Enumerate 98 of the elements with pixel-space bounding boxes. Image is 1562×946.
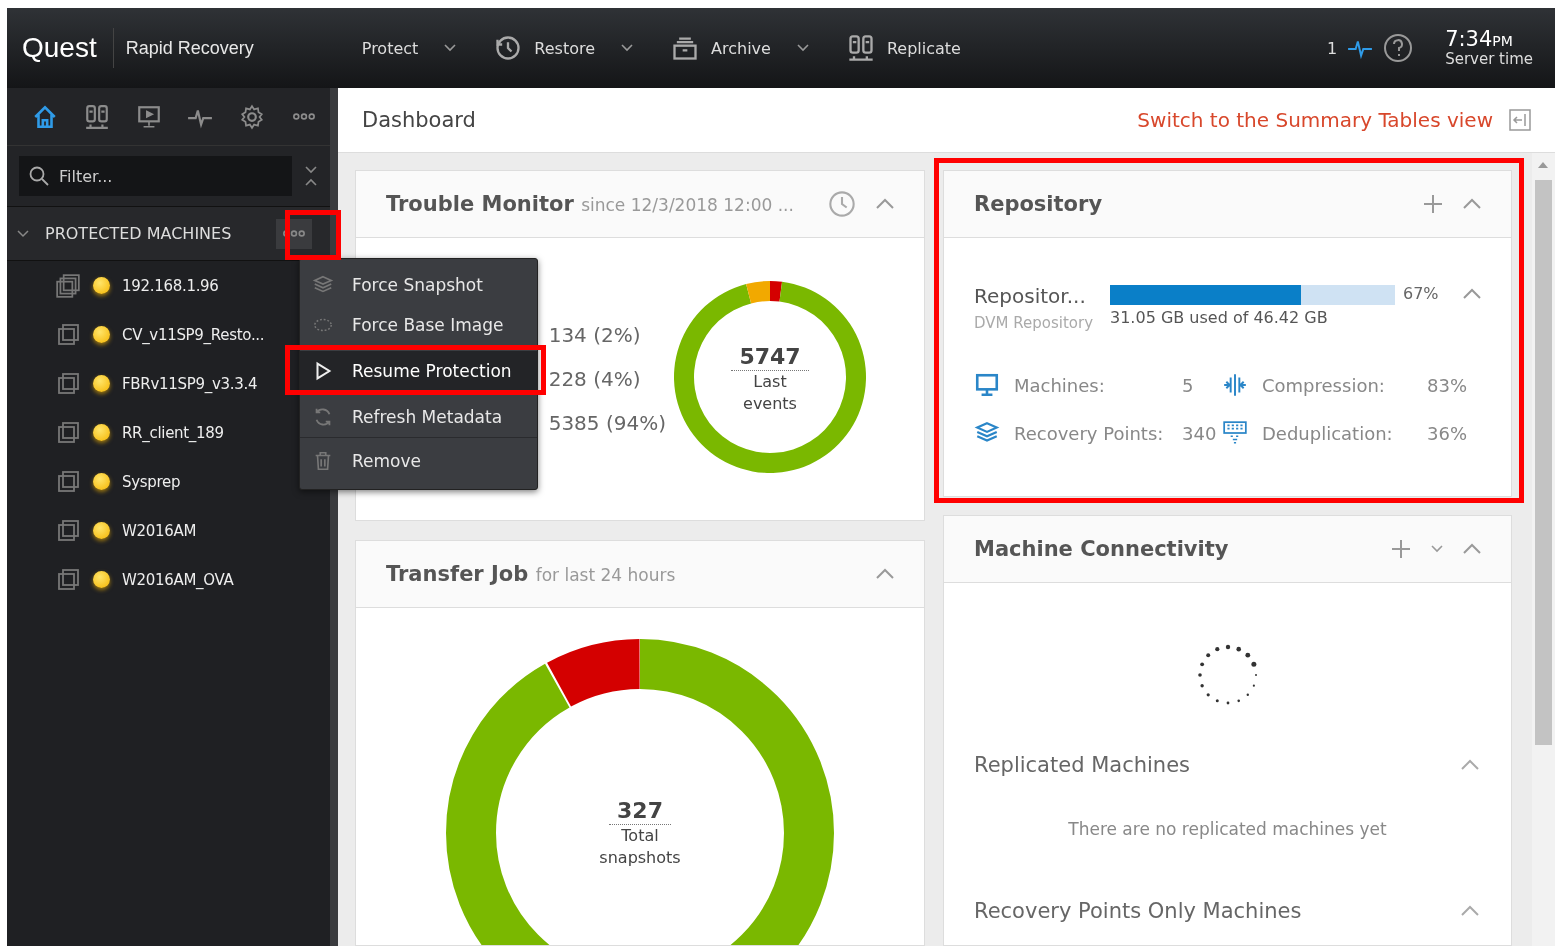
help-icon[interactable]	[1383, 33, 1414, 63]
stat-label: Machines:	[1014, 374, 1106, 396]
collapse-icon[interactable]	[876, 198, 894, 210]
stacked-squares-icon	[55, 272, 81, 299]
section-title: Replicated Machines	[974, 753, 1191, 777]
center-label: Last events	[742, 370, 798, 415]
usage-percent: 67%	[1403, 284, 1439, 303]
status-dot	[93, 277, 110, 294]
center-value: 327	[609, 797, 671, 825]
server-time-label: Server time	[1445, 51, 1533, 68]
machine-name[interactable]: 192.168.1.96	[122, 276, 219, 295]
nav-menu[interactable]: Protect	[361, 34, 457, 62]
menu-item[interactable]: Refresh Metadata	[300, 397, 537, 437]
legend-value: 228 (4%)	[548, 367, 642, 391]
summary-tables-link[interactable]: Switch to the Summary Tables view	[1137, 108, 1493, 132]
nav-menu[interactable]: Archive	[671, 34, 809, 62]
center-label: Total snapshots	[598, 824, 682, 869]
nav-menu[interactable]: Restore	[494, 34, 634, 62]
grid-icon	[1222, 420, 1248, 446]
servers-icon	[846, 34, 875, 62]
nav-menu[interactable]: Replicate	[846, 34, 961, 62]
usage-text: 31.05 GB used of 46.42 GB	[1110, 308, 1329, 327]
legend-value: 134 (2%)	[548, 323, 642, 347]
section-title: PROTECTED MACHINES	[45, 224, 233, 243]
stat-value: 83%	[1427, 374, 1468, 396]
collapse-icon[interactable]	[1463, 198, 1481, 210]
compression-icon	[1222, 372, 1248, 398]
switch-view-icon[interactable]	[1509, 109, 1531, 131]
status-dot	[93, 571, 110, 588]
collapse-icon[interactable]	[876, 568, 894, 580]
machine-icon	[57, 322, 81, 347]
monitor-icon	[135, 103, 162, 130]
expand-icon[interactable]	[1431, 545, 1443, 553]
more-icon[interactable]	[293, 113, 316, 120]
machine-name[interactable]: FBRv11SP9_v3.3.4	[122, 374, 258, 393]
machine-icon	[57, 420, 81, 445]
settings-icon	[239, 103, 266, 130]
machine-name[interactable]: Sysprep	[122, 472, 181, 491]
scroll-up-icon[interactable]	[1537, 161, 1549, 169]
collapse-icon[interactable]	[1463, 288, 1481, 300]
status-dot	[93, 424, 110, 441]
servers-icon	[83, 103, 110, 130]
machine-icon	[57, 371, 81, 396]
menu-item[interactable]: Resume Protection	[300, 351, 537, 391]
machine-name[interactable]: W2016AM	[122, 521, 197, 540]
stat-value: 5	[1182, 374, 1195, 396]
card-title: Trouble Monitor since 12/3/2018 12:00 ...	[386, 192, 795, 216]
repository-type: DVM Repository	[974, 314, 1095, 332]
expand-chevron-icon[interactable]	[17, 227, 29, 240]
machine-icon	[57, 567, 81, 592]
status-dot	[93, 375, 110, 392]
status-dot	[93, 522, 110, 539]
caret-icon[interactable]	[621, 44, 634, 52]
add-icon[interactable]	[1423, 194, 1443, 214]
machine-name[interactable]: W2016AM_OVA	[122, 570, 234, 589]
menu-item[interactable]: Force Snapshot	[300, 265, 537, 305]
stat-label: Compression:	[1262, 374, 1386, 396]
event-count: 1	[1326, 38, 1338, 58]
status-dot	[93, 473, 110, 490]
stat-value: 340	[1182, 422, 1218, 444]
collapse-icon[interactable]	[1461, 759, 1479, 771]
loading-spinner-icon	[1195, 643, 1260, 707]
search-icon	[29, 166, 49, 186]
card-title: Transfer Job for last 24 hours	[386, 562, 677, 586]
page-title: Dashboard	[362, 108, 477, 132]
filter-field[interactable]: Filter...	[19, 156, 292, 196]
caret-icon[interactable]	[444, 44, 457, 52]
section-title: Recovery Points Only Machines	[974, 899, 1303, 923]
legend-value: 5385 (94%)	[548, 411, 666, 435]
monitor-icon	[974, 372, 1000, 398]
card-title: Repository	[974, 192, 1104, 216]
stat-value: 36%	[1427, 422, 1468, 444]
machine-icon	[57, 469, 81, 494]
server-time: 7:34PM	[1445, 28, 1514, 52]
add-icon[interactable]	[1391, 539, 1411, 559]
machine-name[interactable]: CV_v11SP9_Resto...	[122, 325, 265, 344]
empty-message: There are no replicated machines yet	[1067, 819, 1388, 839]
machine-icon	[57, 518, 81, 543]
repository-name: Repositor...	[974, 284, 1087, 308]
collapse-icon[interactable]	[1461, 905, 1479, 917]
menu-item[interactable]: Remove	[300, 437, 537, 483]
product-name: Rapid Recovery	[125, 37, 254, 59]
stat-label: Deduplication:	[1262, 422, 1394, 444]
status-dot	[93, 326, 110, 343]
menu-item[interactable]: Force Base Image	[300, 305, 537, 345]
caret-icon[interactable]	[796, 44, 809, 52]
more-icon[interactable]	[283, 230, 305, 237]
clock-icon	[494, 34, 523, 62]
stat-label: Recovery Points:	[1014, 422, 1165, 444]
highlight-frame	[285, 210, 341, 260]
collapse-all-icon[interactable]	[304, 165, 318, 187]
center-value: 5747	[731, 343, 809, 371]
machine-name[interactable]: RR_client_189	[122, 423, 224, 442]
logo: Quest	[22, 28, 114, 68]
scrollbar[interactable]	[1532, 153, 1555, 946]
card-title: Machine Connectivity	[974, 537, 1230, 561]
clock-icon[interactable]	[828, 190, 856, 218]
collapse-icon[interactable]	[1463, 543, 1481, 555]
